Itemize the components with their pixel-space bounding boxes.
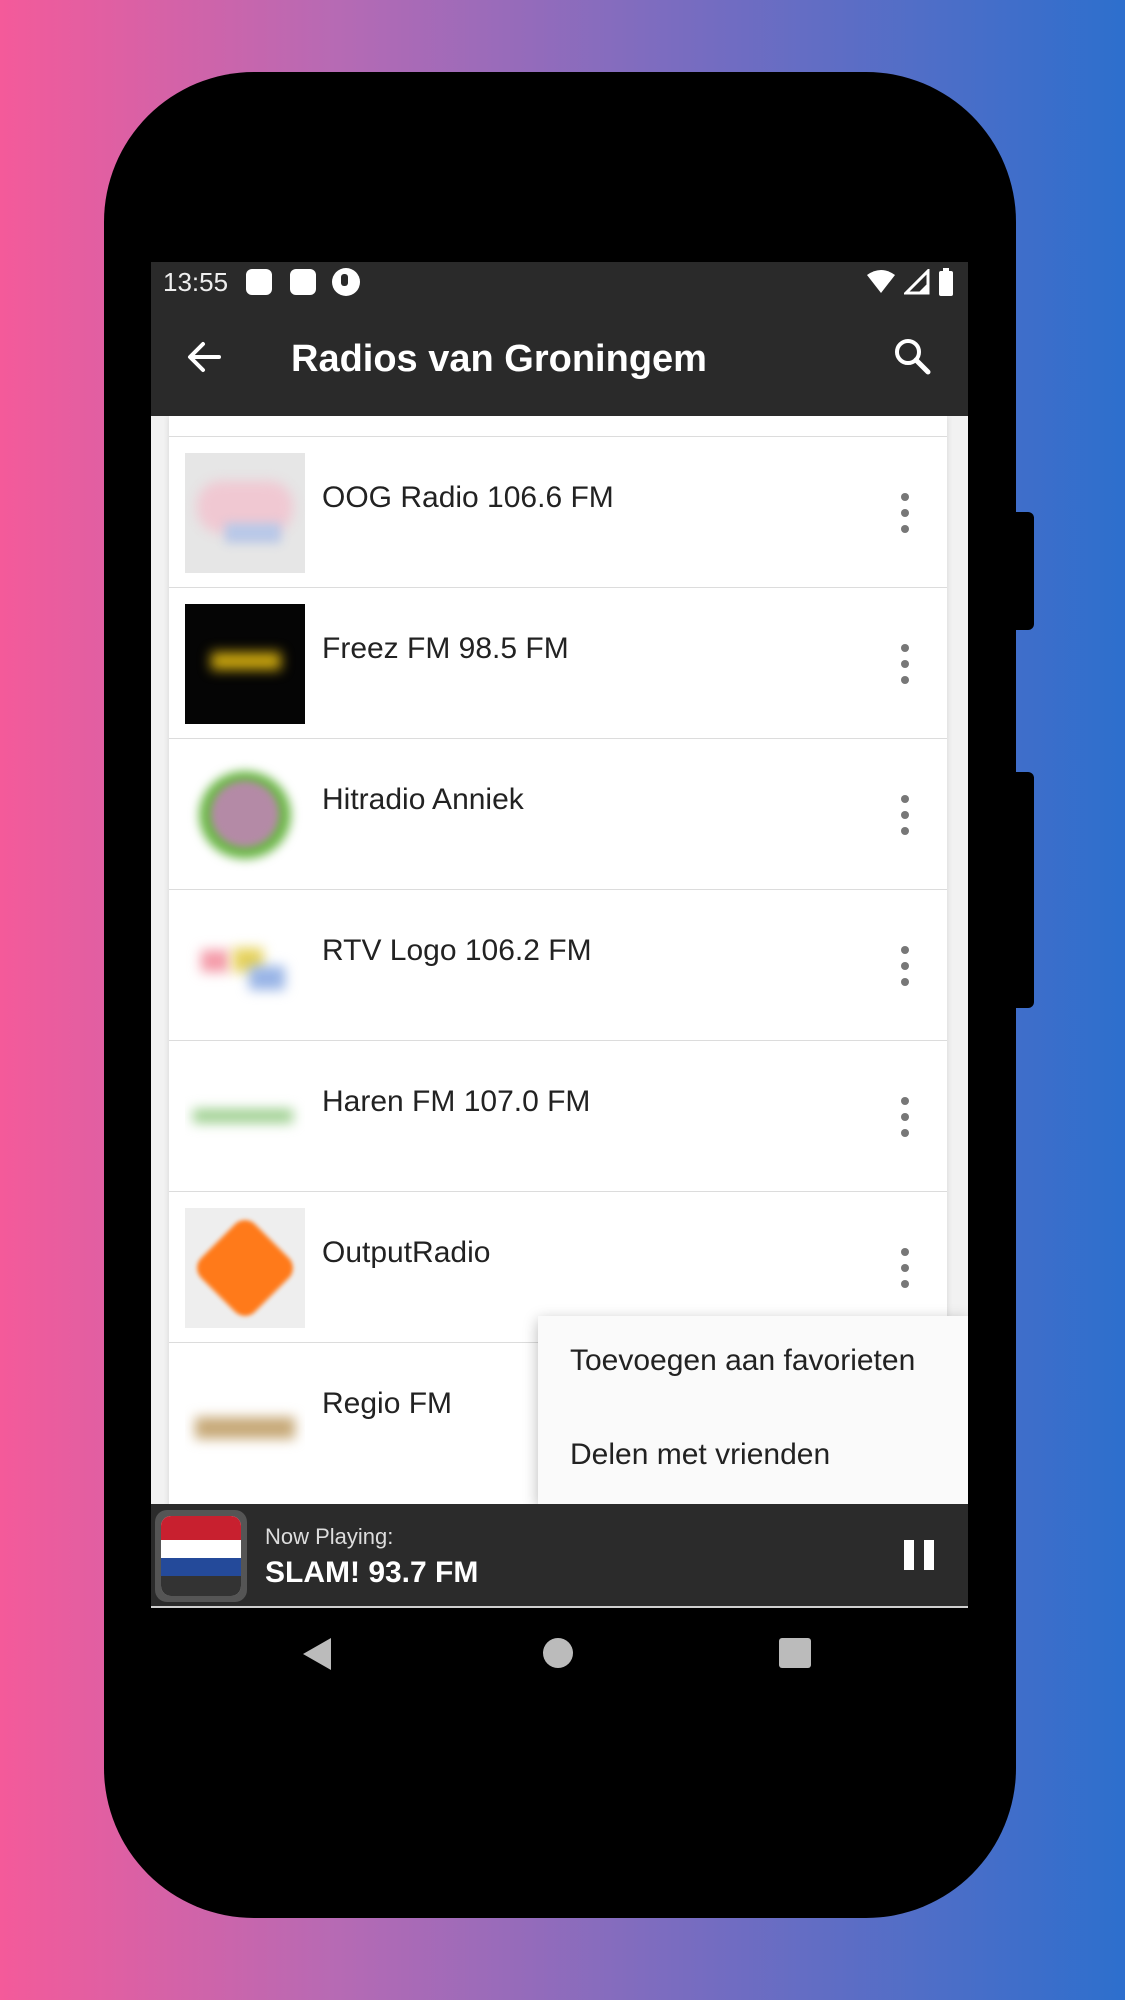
- more-options-button[interactable]: [893, 795, 917, 835]
- more-options-button[interactable]: [893, 946, 917, 986]
- station-name: Haren FM 107.0 FM: [322, 1085, 591, 1118]
- nav-back-icon[interactable]: [303, 1638, 331, 1670]
- station-logo: [185, 906, 305, 1026]
- station-name: OutputRadio: [322, 1236, 491, 1269]
- search-button[interactable]: [888, 332, 938, 382]
- list-item[interactable]: Freez FM 98.5 FM: [169, 587, 947, 738]
- share-with-friends-menu-item[interactable]: Delen met vrienden: [570, 1438, 830, 1472]
- more-options-button[interactable]: [893, 644, 917, 684]
- back-button[interactable]: [179, 332, 229, 382]
- station-name: RTV Logo 106.2 FM: [322, 934, 592, 967]
- volume-button: [1016, 772, 1034, 1008]
- add-to-favorites-menu-item[interactable]: Toevoegen aan favorieten: [570, 1344, 915, 1378]
- battery-icon: [939, 268, 953, 296]
- station-logo: [185, 1057, 305, 1177]
- notification-icon: [332, 268, 361, 296]
- context-menu: Toevoegen aan favorieten Delen met vrien…: [538, 1316, 968, 1504]
- station-name: Freez FM 98.5 FM: [322, 632, 569, 665]
- arrow-left-icon: [188, 342, 221, 372]
- now-playing-bar[interactable]: Now Playing: SLAM! 93.7 FM: [151, 1504, 968, 1606]
- app-screen: 13:55 Radios van Groningem OOG Radio 106…: [151, 262, 968, 1608]
- app-toolbar: Radios van Groningem: [151, 302, 968, 416]
- list-item[interactable]: Hitradio Anniek: [169, 738, 947, 889]
- station-name: OOG Radio 106.6 FM: [322, 481, 614, 514]
- station-logo: [185, 755, 305, 875]
- notification-icon: [246, 269, 273, 295]
- notification-icon: [290, 269, 317, 295]
- player-artwork: [155, 1510, 247, 1602]
- station-logo: [185, 604, 305, 724]
- station-name: Hitradio Anniek: [322, 783, 524, 816]
- list-item[interactable]: OOG Radio 106.6 FM: [169, 436, 947, 587]
- list-item[interactable]: Haren FM 107.0 FM: [169, 1040, 947, 1191]
- list-item-partial: [169, 416, 947, 435]
- list-item[interactable]: RTV Logo 106.2 FM: [169, 889, 947, 1040]
- signal-icon: [904, 269, 930, 295]
- now-playing-title: SLAM! 93.7 FM: [265, 1556, 479, 1589]
- wifi-icon: [867, 270, 895, 293]
- power-button: [1016, 512, 1034, 630]
- station-logo: [185, 1208, 305, 1328]
- search-icon: [895, 339, 931, 375]
- status-time: 13:55: [163, 266, 229, 297]
- more-options-button[interactable]: [893, 1097, 917, 1137]
- now-playing-label: Now Playing:: [265, 1524, 394, 1549]
- more-options-button[interactable]: [893, 493, 917, 533]
- nav-recents-icon[interactable]: [779, 1638, 811, 1668]
- status-bar: 13:55: [151, 262, 968, 302]
- station-name: Regio FM: [322, 1387, 453, 1420]
- station-logo: [185, 453, 305, 573]
- nav-home-icon[interactable]: [543, 1638, 573, 1668]
- station-logo: [185, 1359, 305, 1479]
- page-title: Radios van Groningem: [291, 338, 707, 380]
- pause-button[interactable]: [904, 1540, 934, 1570]
- more-options-button[interactable]: [893, 1248, 917, 1288]
- system-nav-bar: [151, 1608, 968, 1704]
